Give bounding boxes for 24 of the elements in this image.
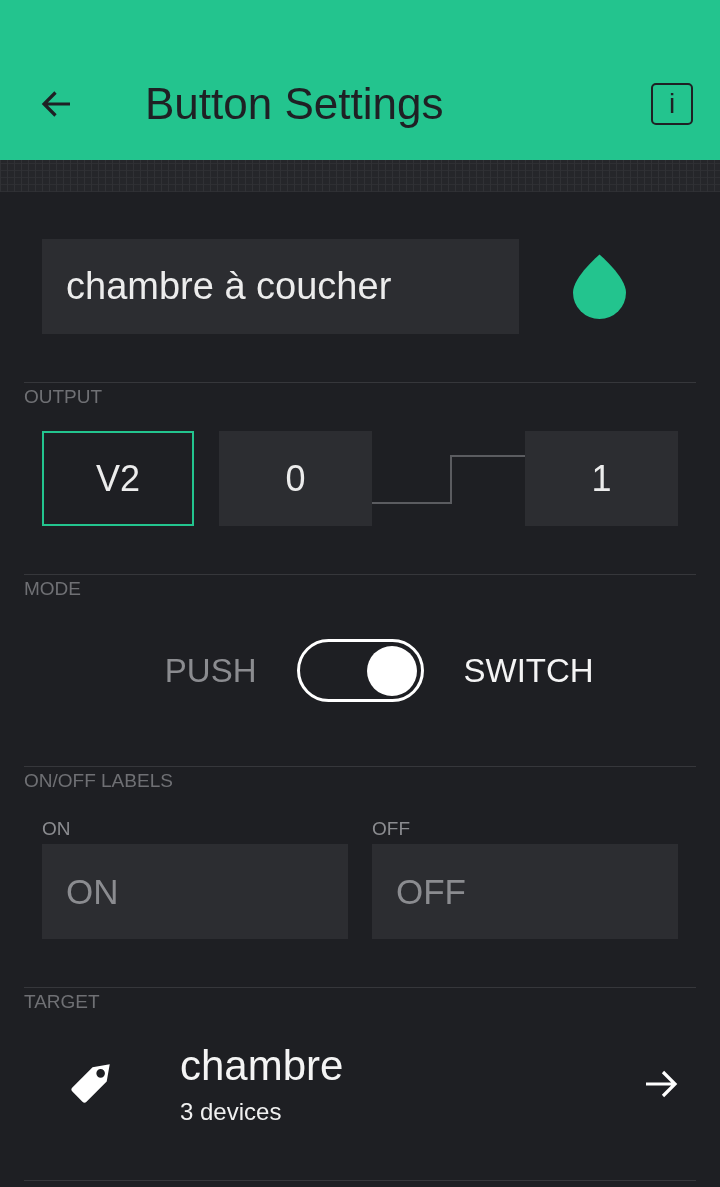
name-field[interactable]: chambre à coucher <box>42 239 519 334</box>
mode-toggle[interactable] <box>296 639 424 702</box>
device-count: 3 devices <box>180 1098 283 1126</box>
tag-icon <box>70 1064 110 1104</box>
back-arrow-icon[interactable] <box>40 90 72 118</box>
pin-selector[interactable]: V2 <box>42 431 194 526</box>
screen-title: Button Settings <box>145 78 444 130</box>
arrow-right-icon[interactable] <box>645 1070 678 1098</box>
min-value-field[interactable]: 0 <box>219 431 372 526</box>
label-field[interactable]: ON <box>42 844 348 939</box>
info-button[interactable]: i <box>651 83 693 125</box>
mode-option-label: SWITCH <box>463 650 594 691</box>
section-label: OUTPUT <box>24 385 104 409</box>
field-caption: OFF <box>372 818 411 840</box>
toggle-knob <box>366 645 417 696</box>
section-label: ON/OFF LABELS <box>24 769 174 793</box>
field-caption: ON <box>42 818 72 840</box>
label-field[interactable]: OFF <box>372 844 678 939</box>
target-name: chambre <box>180 1042 344 1090</box>
drop-icon[interactable] <box>573 254 626 319</box>
mode-option-label: PUSH <box>164 650 257 691</box>
max-value-field[interactable]: 1 <box>525 431 678 526</box>
section-label: MODE <box>24 577 82 601</box>
section-label: TARGET <box>24 990 101 1014</box>
